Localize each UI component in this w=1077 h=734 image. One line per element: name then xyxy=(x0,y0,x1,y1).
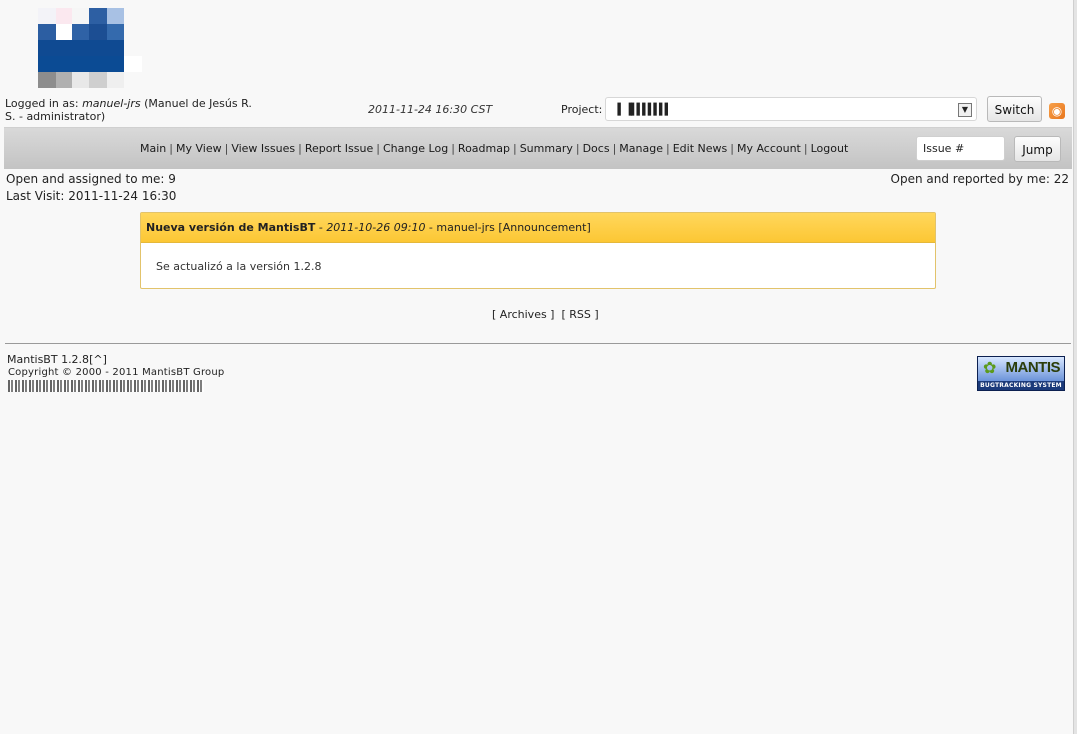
menu-item-docs[interactable]: Docs xyxy=(583,142,610,155)
news-category: [Announcement] xyxy=(498,221,591,234)
footer-email-link[interactable] xyxy=(8,380,204,392)
back-to-top-link[interactable]: [^] xyxy=(89,353,107,366)
version-text: MantisBT 1.2.8 xyxy=(7,353,90,366)
menu-item-my-view[interactable]: My View xyxy=(176,142,222,155)
archives-link[interactable]: Archives xyxy=(500,308,547,321)
menu-item-roadmap[interactable]: Roadmap xyxy=(458,142,510,155)
assigned-to-me: Open and assigned to me: 9 xyxy=(6,172,176,186)
menu-item-my-account[interactable]: My Account xyxy=(737,142,801,155)
menu-item-change-log[interactable]: Change Log xyxy=(383,142,448,155)
username: manuel-jrs xyxy=(82,97,141,110)
mantis-logo-tagline: BUGTRACKING SYSTEM xyxy=(980,382,1062,389)
logged-in-label: Logged in as: xyxy=(5,97,79,110)
news-panel: Nueva versión de MantisBT - 2011-10-26 0… xyxy=(140,212,936,289)
menu-item-logout[interactable]: Logout xyxy=(811,142,849,155)
menu-item-report-issue[interactable]: Report Issue xyxy=(305,142,373,155)
chevron-down-icon[interactable]: ▼ xyxy=(958,103,972,117)
menu-item-view-issues[interactable]: View Issues xyxy=(231,142,295,155)
last-visit: Last Visit: 2011-11-24 16:30 xyxy=(6,189,176,203)
issue-number-input[interactable] xyxy=(916,136,1005,161)
project-label: Project: xyxy=(561,103,603,116)
footer-copyright: Copyright © 2000 - 2011 MantisBT Group xyxy=(8,367,225,378)
last-visit-label: Last Visit: xyxy=(6,189,65,203)
mantis-bug-icon: ✿ xyxy=(983,358,997,377)
company-logo xyxy=(38,8,142,88)
news-links: [ Archives ] [ RSS ] xyxy=(492,308,599,321)
menu-item-summary[interactable]: Summary xyxy=(520,142,573,155)
current-datetime: 2011-11-24 16:30 CST xyxy=(368,103,493,116)
news-header: Nueva versión de MantisBT - 2011-10-26 0… xyxy=(141,213,935,243)
switch-button[interactable]: Switch xyxy=(987,96,1042,122)
last-visit-value: 2011-11-24 16:30 xyxy=(68,189,177,203)
news-body: Se actualizó a la versión 1.2.8 xyxy=(156,260,322,273)
mantis-logo-name: MANTIS xyxy=(1005,359,1061,376)
footer-divider xyxy=(5,343,1071,344)
jump-button[interactable]: Jump xyxy=(1014,136,1061,162)
footer-version: MantisBT 1.2.8[^] xyxy=(7,353,107,366)
menu-item-edit-news[interactable]: Edit News xyxy=(673,142,728,155)
main-menu-bar: Main | My View | View Issues | Report Issue | Ch… xyxy=(4,127,1072,169)
rss-icon[interactable]: ◉ xyxy=(1049,103,1065,119)
window-right-edge xyxy=(1073,0,1077,734)
main-menu: Main | My View | View Issues | Report Issue | Ch… xyxy=(140,142,849,155)
mantis-logo[interactable]: ✿ MANTIS BUGTRACKING SYSTEM xyxy=(977,356,1065,391)
project-select-value: ▐ ▐▌▌▌▌▌▌▌ xyxy=(614,103,671,116)
reported-label: Open and reported by me: xyxy=(890,172,1050,186)
menu-item-manage[interactable]: Manage xyxy=(619,142,663,155)
news-title: Nueva versión de MantisBT xyxy=(146,221,316,234)
menu-item-main[interactable]: Main xyxy=(140,142,166,155)
reported-by-me: Open and reported by me: 22 xyxy=(891,172,1069,186)
news-author[interactable]: manuel-jrs xyxy=(436,221,495,234)
assigned-label: Open and assigned to me: xyxy=(6,172,165,186)
login-info: Logged in as: manuel-jrs (Manuel de Jesú… xyxy=(5,97,265,123)
reported-count[interactable]: 22 xyxy=(1054,172,1069,186)
assigned-count[interactable]: 9 xyxy=(168,172,176,186)
news-date: 2011-10-26 09:10 xyxy=(326,221,426,234)
rss-link[interactable]: RSS xyxy=(569,308,591,321)
project-select[interactable]: ▐ ▐▌▌▌▌▌▌▌ ▼ xyxy=(605,97,977,121)
